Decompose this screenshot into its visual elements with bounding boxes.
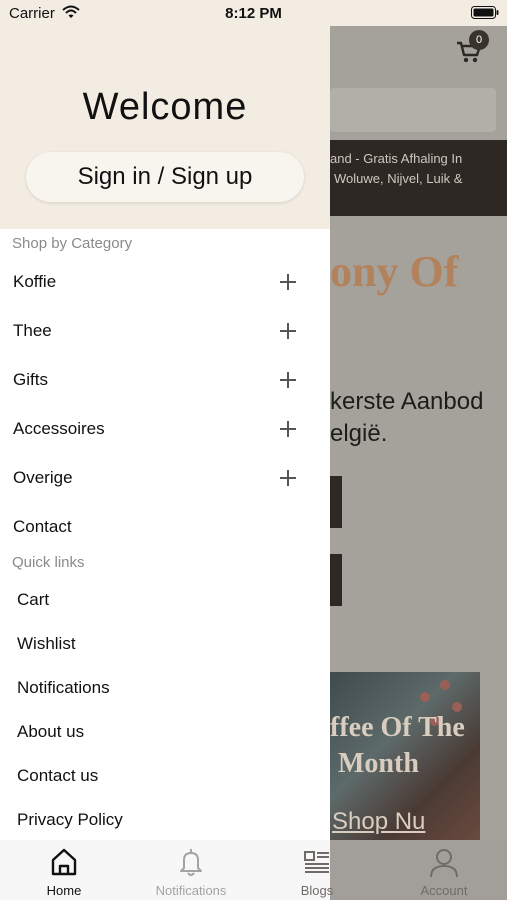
expand-plus-icon[interactable] bbox=[280, 323, 296, 339]
category-label: Thee bbox=[13, 321, 52, 340]
welcome-title: Welcome bbox=[82, 86, 248, 128]
category-gifts[interactable]: Gifts bbox=[0, 360, 330, 400]
quick-links-label: Quick links bbox=[12, 554, 85, 571]
tab-account[interactable]: Account bbox=[381, 840, 507, 900]
tab-home[interactable]: Home bbox=[1, 840, 127, 900]
promo-title-line-1: ffee Of The bbox=[330, 712, 465, 743]
category-thee[interactable]: Thee bbox=[0, 311, 330, 351]
side-drawer: Welcome Sign in / Sign up Shop by Catego… bbox=[0, 26, 330, 900]
quick-link-privacy-policy[interactable]: Privacy Policy bbox=[17, 810, 123, 830]
sign-in-button[interactable]: Sign in / Sign up bbox=[26, 152, 304, 202]
status-time: 8:12 PM bbox=[225, 5, 282, 22]
category-koffie[interactable]: Koffie bbox=[0, 262, 330, 302]
expand-plus-icon[interactable] bbox=[280, 274, 296, 290]
expand-plus-icon[interactable] bbox=[280, 372, 296, 388]
account-icon bbox=[430, 849, 458, 878]
bottom-tab-bar: Home Notifications Blogs Account bbox=[0, 840, 507, 900]
tab-label: Account bbox=[420, 883, 468, 898]
expand-plus-icon[interactable] bbox=[280, 421, 296, 437]
category-label: Gifts bbox=[13, 370, 48, 389]
promo-shop-link[interactable]: Shop Nu bbox=[332, 808, 425, 836]
blogs-icon bbox=[304, 851, 329, 873]
tab-label: Home bbox=[46, 883, 82, 898]
banner-line-1: and - Gratis Afhaling In bbox=[330, 151, 463, 166]
promo-title-line-2: Month bbox=[338, 748, 419, 779]
cart-count-badge: 0 bbox=[469, 30, 489, 50]
contact-item[interactable]: Contact bbox=[0, 507, 330, 547]
hero-button-1[interactable] bbox=[330, 476, 342, 528]
hero-subtitle-line-2: elgië. bbox=[330, 420, 388, 447]
hero-button-2[interactable] bbox=[330, 554, 342, 606]
quick-link-cart[interactable]: Cart bbox=[17, 590, 49, 610]
category-label: Overige bbox=[13, 468, 73, 487]
quick-link-notifications[interactable]: Notifications bbox=[17, 678, 110, 698]
quick-link-about-us[interactable]: About us bbox=[17, 722, 84, 742]
battery-icon bbox=[471, 6, 499, 19]
home-icon bbox=[51, 848, 77, 876]
banner-line-2: Woluwe, Nijvel, Luik & bbox=[334, 171, 463, 186]
quick-link-contact-us[interactable]: Contact us bbox=[17, 766, 98, 786]
bell-icon bbox=[180, 849, 202, 876]
tab-blogs[interactable]: Blogs bbox=[254, 840, 380, 900]
category-accessoires[interactable]: Accessoires bbox=[0, 409, 330, 449]
drawer-header: Welcome Sign in / Sign up bbox=[0, 26, 330, 229]
search-bar[interactable] bbox=[330, 88, 496, 132]
shop-by-category-label: Shop by Category bbox=[12, 235, 133, 252]
tab-notifications[interactable]: Notifications bbox=[128, 840, 254, 900]
category-overige[interactable]: Overige bbox=[0, 458, 330, 498]
contact-label: Contact bbox=[13, 517, 72, 536]
announcement-banner: and - Gratis Afhaling In Woluwe, Nijvel,… bbox=[330, 140, 507, 216]
category-label: Accessoires bbox=[13, 419, 105, 438]
category-label: Koffie bbox=[13, 272, 57, 291]
expand-plus-icon[interactable] bbox=[280, 470, 296, 486]
coffee-of-the-month-promo[interactable]: ffee Of The Month Shop Nu bbox=[330, 672, 480, 840]
quick-link-wishlist[interactable]: Wishlist bbox=[17, 634, 76, 654]
tab-label: Blogs bbox=[300, 883, 334, 898]
status-bar: Carrier 8:12 PM bbox=[0, 0, 507, 26]
tab-label: Notifications bbox=[155, 883, 227, 898]
hero-subtitle: kerste Aanbod elgië. bbox=[330, 386, 483, 450]
hero-subtitle-line-1: kerste Aanbod bbox=[330, 388, 484, 415]
hero-title: ony Of bbox=[330, 247, 459, 296]
